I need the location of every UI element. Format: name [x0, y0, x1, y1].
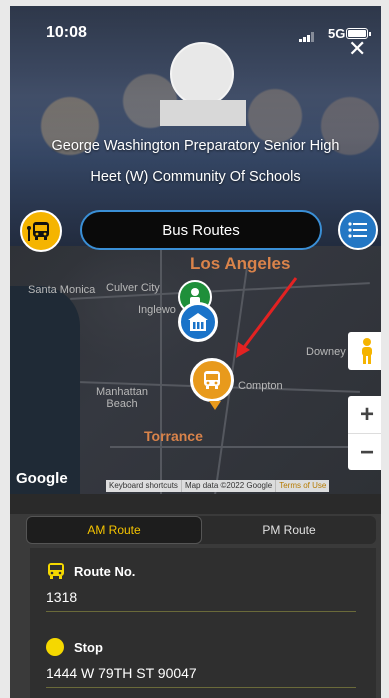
bus-routes-title: Bus Routes — [80, 210, 322, 250]
frame-right — [381, 0, 389, 698]
status-bar: 10:08 5G — [10, 6, 381, 46]
stop-field: Stop 1444 W 79TH ST 90047 — [46, 638, 356, 688]
bus-stop-button[interactable] — [20, 210, 62, 252]
route-details-card: Route No. 1318 Stop 1444 W 79TH ST 90047 — [30, 548, 376, 698]
red-arrow-annotation — [236, 277, 298, 358]
community-name: Heet (W) Community Of Schools — [90, 169, 301, 185]
status-time: 10:08 — [46, 24, 87, 41]
student-name-redacted — [160, 100, 246, 126]
route-number-label: Route No. — [74, 563, 136, 579]
bus-icon — [48, 563, 64, 579]
avatar — [170, 42, 234, 106]
stop-dot-icon — [46, 638, 64, 656]
tab-am-route[interactable]: AM Route — [26, 516, 202, 544]
list-icon — [348, 222, 367, 238]
tab-pm-route[interactable]: PM Route — [202, 516, 376, 544]
route-list-button[interactable] — [338, 210, 378, 250]
route-number-field: Route No. 1318 — [46, 562, 356, 612]
panel-divider — [10, 494, 381, 514]
frame-left — [0, 0, 10, 698]
school-name: George Washington Preparatory Senior Hig… — [51, 138, 340, 154]
signal-icon — [299, 32, 317, 42]
network-type: 5G — [328, 26, 346, 41]
stop-value: 1444 W 79TH ST 90047 — [46, 665, 356, 688]
route-number-value: 1318 — [46, 589, 356, 612]
route-map[interactable]: Los Angeles Santa Monica Culver City Ing… — [10, 246, 381, 494]
bus-icon — [27, 222, 49, 241]
stop-label: Stop — [74, 639, 103, 655]
close-button[interactable]: ✕ — [348, 38, 366, 60]
route-tabs: AM Route PM Route — [26, 516, 376, 544]
